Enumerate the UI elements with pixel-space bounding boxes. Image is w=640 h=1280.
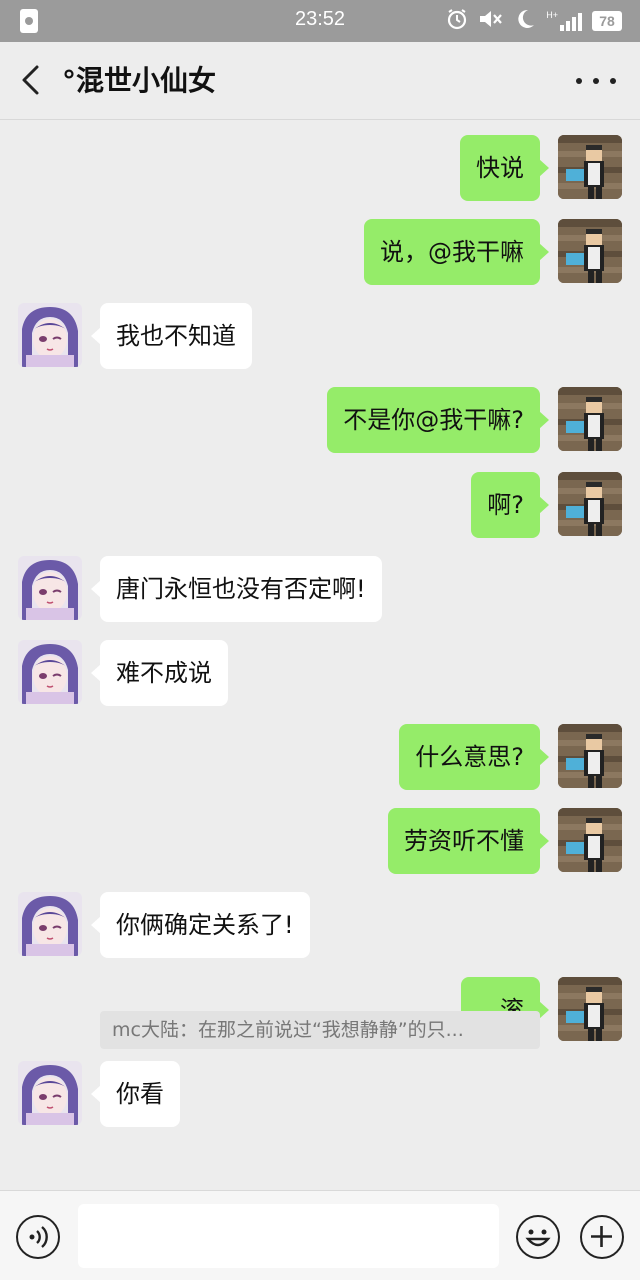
message-bubble[interactable]: 你俩确定关系了! [91,892,310,958]
my-avatar[interactable] [558,808,622,872]
my-avatar[interactable] [558,219,622,283]
chevron-left-icon[interactable] [14,62,50,98]
my-avatar[interactable] [558,472,622,536]
contact-avatar[interactable] [18,1061,82,1125]
quoted-message[interactable]: mc大陆：在那之前说过“我想静静”的只... [100,1011,540,1049]
my-avatar[interactable] [558,977,622,1041]
message-outgoing: 不是你@我干嘛? [0,387,640,453]
message-bubble[interactable]: 快说 [460,135,549,201]
message-bubble[interactable]: 啊? [471,472,549,538]
my-avatar[interactable] [558,387,622,451]
battery-icon: 78 [592,11,622,31]
message-incoming: 你俩确定关系了! [0,892,640,958]
network-type: H+ [546,10,558,20]
message-incoming: 你看 [0,1061,640,1127]
plus-icon[interactable] [580,1215,624,1259]
message-bubble[interactable]: 说，@我干嘛 [364,219,549,285]
message-outgoing: 啊? [0,472,640,538]
message-bubble[interactable]: 难不成说 [91,640,228,706]
message-incoming: 唐门永恒也没有否定啊! [0,556,640,622]
message-bubble[interactable]: 你看 [91,1061,180,1127]
message-outgoing: 劳资听不懂 [0,808,640,874]
my-avatar[interactable] [558,724,622,788]
message-outgoing: 说，@我干嘛 [0,219,640,285]
alarm-icon [446,8,468,35]
more-dots-icon[interactable] [576,70,616,92]
input-bar [0,1190,640,1280]
message-outgoing: 快说 [0,135,640,201]
emoji-icon[interactable] [516,1215,560,1259]
contact-avatar[interactable] [18,556,82,620]
status-icons: H+ 78 [446,8,622,35]
message-bubble[interactable]: 什么意思? [399,724,549,790]
moon-icon [514,8,536,35]
message-bubble[interactable]: 劳资听不懂 [388,808,549,874]
message-outgoing: 什么意思? [0,724,640,790]
contact-avatar[interactable] [18,892,82,956]
message-incoming: 我也不知道 [0,303,640,369]
message-bubble[interactable]: 我也不知道 [91,303,252,369]
contact-avatar[interactable] [18,303,82,367]
signal-icon: H+ [546,11,582,31]
mute-icon [478,8,504,35]
chat-title: °混世小仙女 [62,64,217,97]
message-bubble[interactable]: 唐门永恒也没有否定啊! [91,556,382,622]
status-bar: 23:52 H+ 78 [0,0,640,42]
contact-avatar[interactable] [18,640,82,704]
my-avatar[interactable] [558,135,622,199]
chat-header: °混世小仙女 [0,42,640,120]
message-incoming: 难不成说 [0,640,640,706]
message-bubble[interactable]: 不是你@我干嘛? [327,387,549,453]
message-input[interactable] [78,1204,499,1268]
voice-icon[interactable] [16,1215,60,1259]
